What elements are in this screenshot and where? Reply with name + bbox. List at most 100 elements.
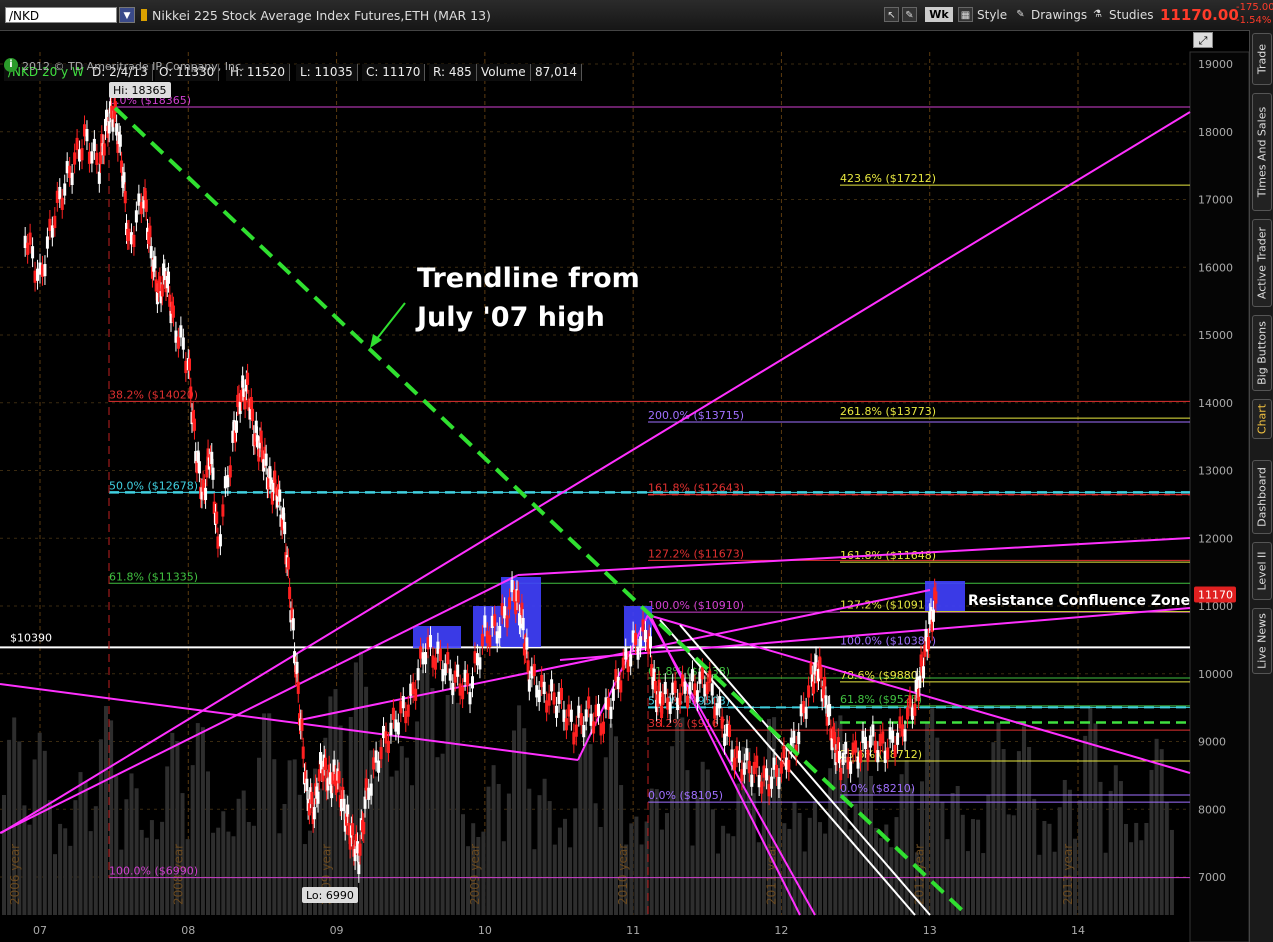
- volume-bar: [1164, 802, 1169, 915]
- info-icon[interactable]: i: [4, 58, 18, 72]
- candle-body: [926, 637, 930, 650]
- tab-times-and-sales[interactable]: Times And Sales: [1252, 93, 1272, 211]
- candle-body: [478, 657, 482, 670]
- candle-body: [587, 696, 591, 709]
- candle-body: [176, 336, 180, 349]
- candle-body: [555, 705, 559, 718]
- volume-bar: [649, 788, 654, 915]
- volume-bar: [1047, 823, 1052, 915]
- draw-tool-icon[interactable]: ⤢: [1193, 32, 1213, 48]
- candle-body: [828, 703, 832, 717]
- candle-body: [508, 597, 512, 610]
- candle-body: [747, 761, 751, 774]
- volume-bar: [996, 722, 1001, 915]
- candle-body: [288, 586, 292, 600]
- volume-bar: [1083, 735, 1088, 915]
- volume-bar: [134, 788, 139, 915]
- hi-label: Hi: 18365: [113, 84, 167, 97]
- year-marker: 2013 year: [1061, 844, 1075, 905]
- volume-bar: [109, 720, 114, 915]
- candle-body: [624, 647, 628, 660]
- volume-bar: [165, 766, 170, 915]
- candle-body: [688, 682, 692, 695]
- candle-body: [305, 778, 309, 791]
- candle-body: [804, 706, 808, 719]
- candle-body: [559, 687, 563, 701]
- candle-body: [597, 703, 601, 717]
- tab-live-news[interactable]: Live News: [1252, 608, 1272, 674]
- volume-bar: [461, 814, 465, 915]
- year-marker: 2009 year: [468, 844, 482, 905]
- fib-mid-label: 0.0% ($8105): [648, 789, 723, 802]
- candle-body: [296, 681, 300, 694]
- price-chart[interactable]: 7000800090001000011000120001300014000150…: [0, 0, 1249, 942]
- volume-bar: [721, 825, 726, 915]
- x-tick-label: 13: [923, 924, 937, 937]
- candle-body: [629, 654, 633, 667]
- tab-label: Level II: [1255, 551, 1269, 591]
- volume-bar: [241, 790, 246, 915]
- candle-body: [903, 729, 907, 742]
- volume-bar: [517, 705, 522, 915]
- candle-body: [221, 504, 225, 517]
- volume-bar: [129, 773, 134, 915]
- volume-bar: [262, 713, 267, 915]
- candle-body: [905, 707, 909, 720]
- candle-body: [215, 511, 219, 524]
- candle-body: [90, 151, 94, 164]
- tab-level-ii[interactable]: Level II: [1252, 542, 1272, 600]
- tab-label: Big Buttons: [1255, 321, 1269, 385]
- volume-bar: [124, 799, 129, 915]
- candle-body: [369, 783, 373, 796]
- candle-body: [611, 688, 615, 701]
- x-tick-label: 12: [774, 924, 788, 937]
- volume-bar: [659, 829, 664, 915]
- candle-body: [922, 666, 926, 679]
- candle-body: [542, 681, 546, 695]
- volume-bar: [430, 688, 435, 915]
- volume-bar: [440, 753, 445, 915]
- candle-body: [668, 701, 672, 714]
- candle-body: [718, 696, 722, 709]
- candle-body: [323, 757, 327, 770]
- tab-chart[interactable]: Chart: [1252, 399, 1272, 439]
- candle-body: [401, 696, 405, 709]
- bar-close: C: 11170: [362, 64, 426, 81]
- tab-big-buttons[interactable]: Big Buttons: [1252, 315, 1272, 391]
- candle-body: [710, 683, 714, 696]
- volume-bar: [1129, 842, 1134, 915]
- y-tick-label: 9000: [1198, 736, 1226, 749]
- tab-dashboard[interactable]: Dashboard: [1252, 460, 1272, 534]
- candle-body: [695, 690, 699, 703]
- candle-body: [179, 325, 183, 338]
- volume-bar: [547, 801, 552, 915]
- volume-bar: [257, 757, 261, 915]
- volume-bar: [573, 808, 578, 915]
- candle-body: [218, 534, 222, 547]
- candle-body: [893, 744, 897, 758]
- candle-body: [931, 609, 935, 622]
- candle-body: [466, 673, 470, 686]
- candle-body: [310, 791, 314, 805]
- volume-bar: [104, 706, 108, 915]
- y-tick-label: 12000: [1198, 532, 1233, 545]
- volume-bar: [73, 800, 78, 915]
- candle-body: [871, 724, 875, 737]
- candle-body: [483, 615, 487, 628]
- candle-body: [532, 663, 536, 677]
- volume-bar: [37, 732, 42, 915]
- volume-bar: [394, 770, 399, 915]
- tab-active-trader[interactable]: Active Trader: [1252, 219, 1272, 307]
- candle-body: [28, 232, 32, 245]
- candle-body: [521, 617, 525, 631]
- tab-trade[interactable]: Trade: [1252, 33, 1272, 85]
- candle-body: [574, 724, 578, 737]
- volume-bar: [226, 831, 231, 915]
- candle-body: [118, 134, 122, 147]
- candle-body: [181, 337, 185, 350]
- volume-bar: [1108, 790, 1113, 915]
- candle-body: [866, 749, 870, 762]
- volume-bar: [114, 776, 119, 915]
- fib-mid-label: 61.8% ($9938): [648, 665, 730, 678]
- volume-bar: [68, 845, 73, 915]
